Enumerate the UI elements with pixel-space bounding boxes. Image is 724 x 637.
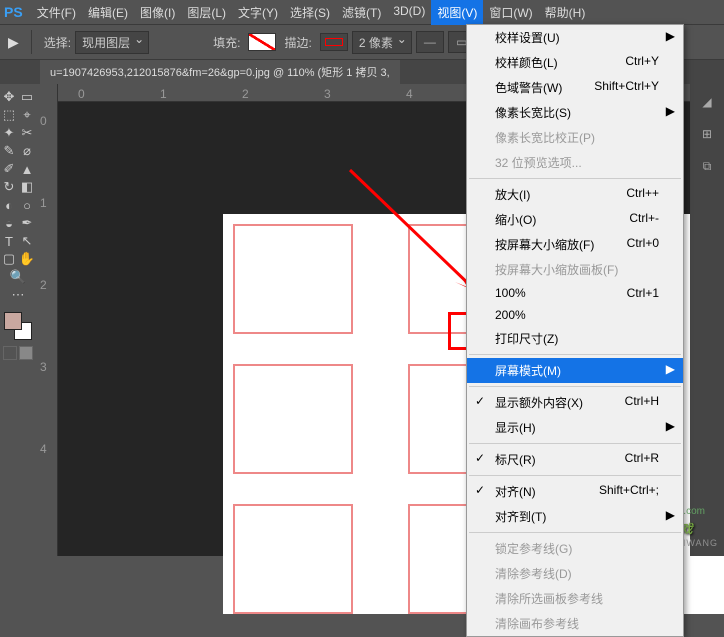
shape-rect[interactable] [233, 224, 353, 334]
menu-dropdown-item[interactable]: 标尺(R)Ctrl+R✓ [467, 447, 683, 472]
more-tools-icon[interactable]: ⋯ [9, 286, 27, 304]
foreground-swatch[interactable] [4, 312, 22, 330]
menu-bar: PS 文件(F)编辑(E)图像(I)图层(L)文字(Y)选择(S)滤镜(T)3D… [0, 0, 724, 24]
submenu-arrow-icon: ▶ [666, 362, 675, 376]
menu-dropdown-item: 清除画布参考线 [467, 611, 683, 636]
menu-item[interactable]: 视图(V) [431, 0, 483, 25]
document-tab[interactable]: u=1907426953,212015876&fm=26&gp=0.jpg @ … [40, 60, 400, 84]
menu-dropdown-item[interactable]: 对齐到(T)▶ [467, 504, 683, 529]
ruler-vertical: 01234 [36, 84, 58, 556]
menu-dropdown-item: 按屏幕大小缩放画板(F) [467, 257, 683, 282]
panel-icon[interactable]: ◢ [697, 92, 717, 112]
menu-item[interactable]: 图像(I) [134, 0, 181, 25]
blur-tool-icon[interactable]: ○ [18, 196, 36, 214]
panel-icon[interactable]: ⧉ [697, 156, 717, 176]
lasso-tool-icon[interactable]: ⌖ [18, 106, 36, 124]
menu-dropdown-item[interactable]: 打印尺寸(Z) [467, 326, 683, 351]
move-tool-icon[interactable]: ✥ [0, 88, 18, 106]
menu-item[interactable]: 文件(F) [31, 0, 82, 25]
artboard-tool-icon[interactable]: ▭ [18, 88, 36, 106]
gradient-tool-icon[interactable]: ◐ [0, 196, 18, 214]
menu-dropdown-item[interactable]: 显示额外内容(X)Ctrl+H✓ [467, 390, 683, 415]
menu-dropdown-item[interactable]: 200% [467, 304, 683, 326]
pen-tool-icon[interactable]: ✒ [18, 214, 36, 232]
hand-tool-icon[interactable]: ✋ [18, 250, 36, 268]
stroke-width-dropdown[interactable]: 2 像素 [352, 31, 412, 54]
eyedropper-tool-icon[interactable]: ✎ [0, 142, 18, 160]
submenu-arrow-icon: ▶ [666, 419, 675, 433]
select-label: 选择: [44, 34, 71, 51]
heal-tool-icon[interactable]: ⌀ [18, 142, 36, 160]
brush-tool-icon[interactable]: ✐ [0, 160, 18, 178]
eraser-tool-icon[interactable]: ◧ [18, 178, 36, 196]
menu-dropdown-item[interactable]: 校样设置(U)▶ [467, 25, 683, 50]
menu-dropdown-item[interactable]: 色域警告(W)Shift+Ctrl+Y [467, 75, 683, 100]
marquee-tool-icon[interactable]: ⬚ [0, 106, 18, 124]
menu-dropdown-item[interactable]: 校样颜色(L)Ctrl+Y [467, 50, 683, 75]
check-icon: ✓ [475, 394, 485, 408]
menu-item[interactable]: 编辑(E) [82, 0, 134, 25]
menu-dropdown-item[interactable]: 按屏幕大小缩放(F)Ctrl+0 [467, 232, 683, 257]
menu-dropdown-item: 32 位预览选项... [467, 150, 683, 175]
view-menu-dropdown: 校样设置(U)▶校样颜色(L)Ctrl+Y色域警告(W)Shift+Ctrl+Y… [466, 24, 684, 637]
right-panel-dock: ◢ ⊞ ⧉ [690, 84, 724, 556]
shape-tool-icon[interactable]: ▢ [0, 250, 18, 268]
wand-tool-icon[interactable]: ✦ [0, 124, 18, 142]
fill-label: 填充: [213, 34, 240, 51]
path-select-icon[interactable]: ▶ [8, 34, 19, 51]
quickmask-toggle[interactable] [3, 346, 33, 360]
menu-item[interactable]: 3D(D) [387, 0, 431, 25]
stroke-label: 描边: [284, 34, 311, 51]
zoom-tool-icon[interactable]: 🔍 [9, 268, 27, 286]
stroke-swatch[interactable] [320, 33, 348, 51]
menu-item[interactable]: 帮助(H) [539, 0, 592, 25]
menu-dropdown-item[interactable]: 100%Ctrl+1 [467, 282, 683, 304]
shape-rect[interactable] [233, 504, 353, 614]
menu-item[interactable]: 图层(L) [181, 0, 232, 25]
menu-dropdown-item: 锁定参考线(G) [467, 536, 683, 561]
fill-swatch[interactable] [248, 33, 276, 51]
history-brush-icon[interactable]: ↻ [0, 178, 18, 196]
crop-tool-icon[interactable]: ✂ [18, 124, 36, 142]
submenu-arrow-icon: ▶ [666, 508, 675, 522]
menu-dropdown-item[interactable]: 像素长宽比(S)▶ [467, 100, 683, 125]
layer-select-dropdown[interactable]: 现用图层 [75, 31, 149, 54]
stroke-type-icon[interactable]: — [416, 31, 444, 53]
color-swatches[interactable] [4, 312, 32, 340]
path-tool-icon[interactable]: ↖ [18, 232, 36, 250]
toolbox: ✥▭ ⬚⌖ ✦✂ ✎⌀ ✐▲ ↻◧ ◐○ ◒✒ T↖ ▢✋ 🔍 ⋯ [0, 84, 36, 556]
submenu-arrow-icon: ▶ [666, 29, 675, 43]
dodge-tool-icon[interactable]: ◒ [0, 214, 18, 232]
menu-dropdown-item: 像素长宽比校正(P) [467, 125, 683, 150]
app-logo: PS [4, 4, 23, 20]
check-icon: ✓ [475, 451, 485, 465]
submenu-arrow-icon: ▶ [666, 104, 675, 118]
stamp-tool-icon[interactable]: ▲ [18, 160, 36, 178]
menu-dropdown-item: 清除参考线(D) [467, 561, 683, 586]
menu-dropdown-item[interactable]: 显示(H)▶ [467, 415, 683, 440]
menu-item[interactable]: 选择(S) [284, 0, 336, 25]
type-tool-icon[interactable]: T [0, 232, 18, 250]
menu-dropdown-item[interactable]: 缩小(O)Ctrl+- [467, 207, 683, 232]
menu-dropdown-item[interactable]: 放大(I)Ctrl++ [467, 182, 683, 207]
check-icon: ✓ [475, 483, 485, 497]
menu-item[interactable]: 文字(Y) [232, 0, 284, 25]
menu-item[interactable]: 滤镜(T) [336, 0, 387, 25]
shape-rect[interactable] [233, 364, 353, 474]
panel-icon[interactable]: ⊞ [697, 124, 717, 144]
menu-item[interactable]: 窗口(W) [483, 0, 538, 25]
menu-dropdown-item[interactable]: 对齐(N)Shift+Ctrl+;✓ [467, 479, 683, 504]
menu-dropdown-item[interactable]: 屏幕模式(M)▶ [467, 358, 683, 383]
menu-dropdown-item: 清除所选画板参考线 [467, 586, 683, 611]
